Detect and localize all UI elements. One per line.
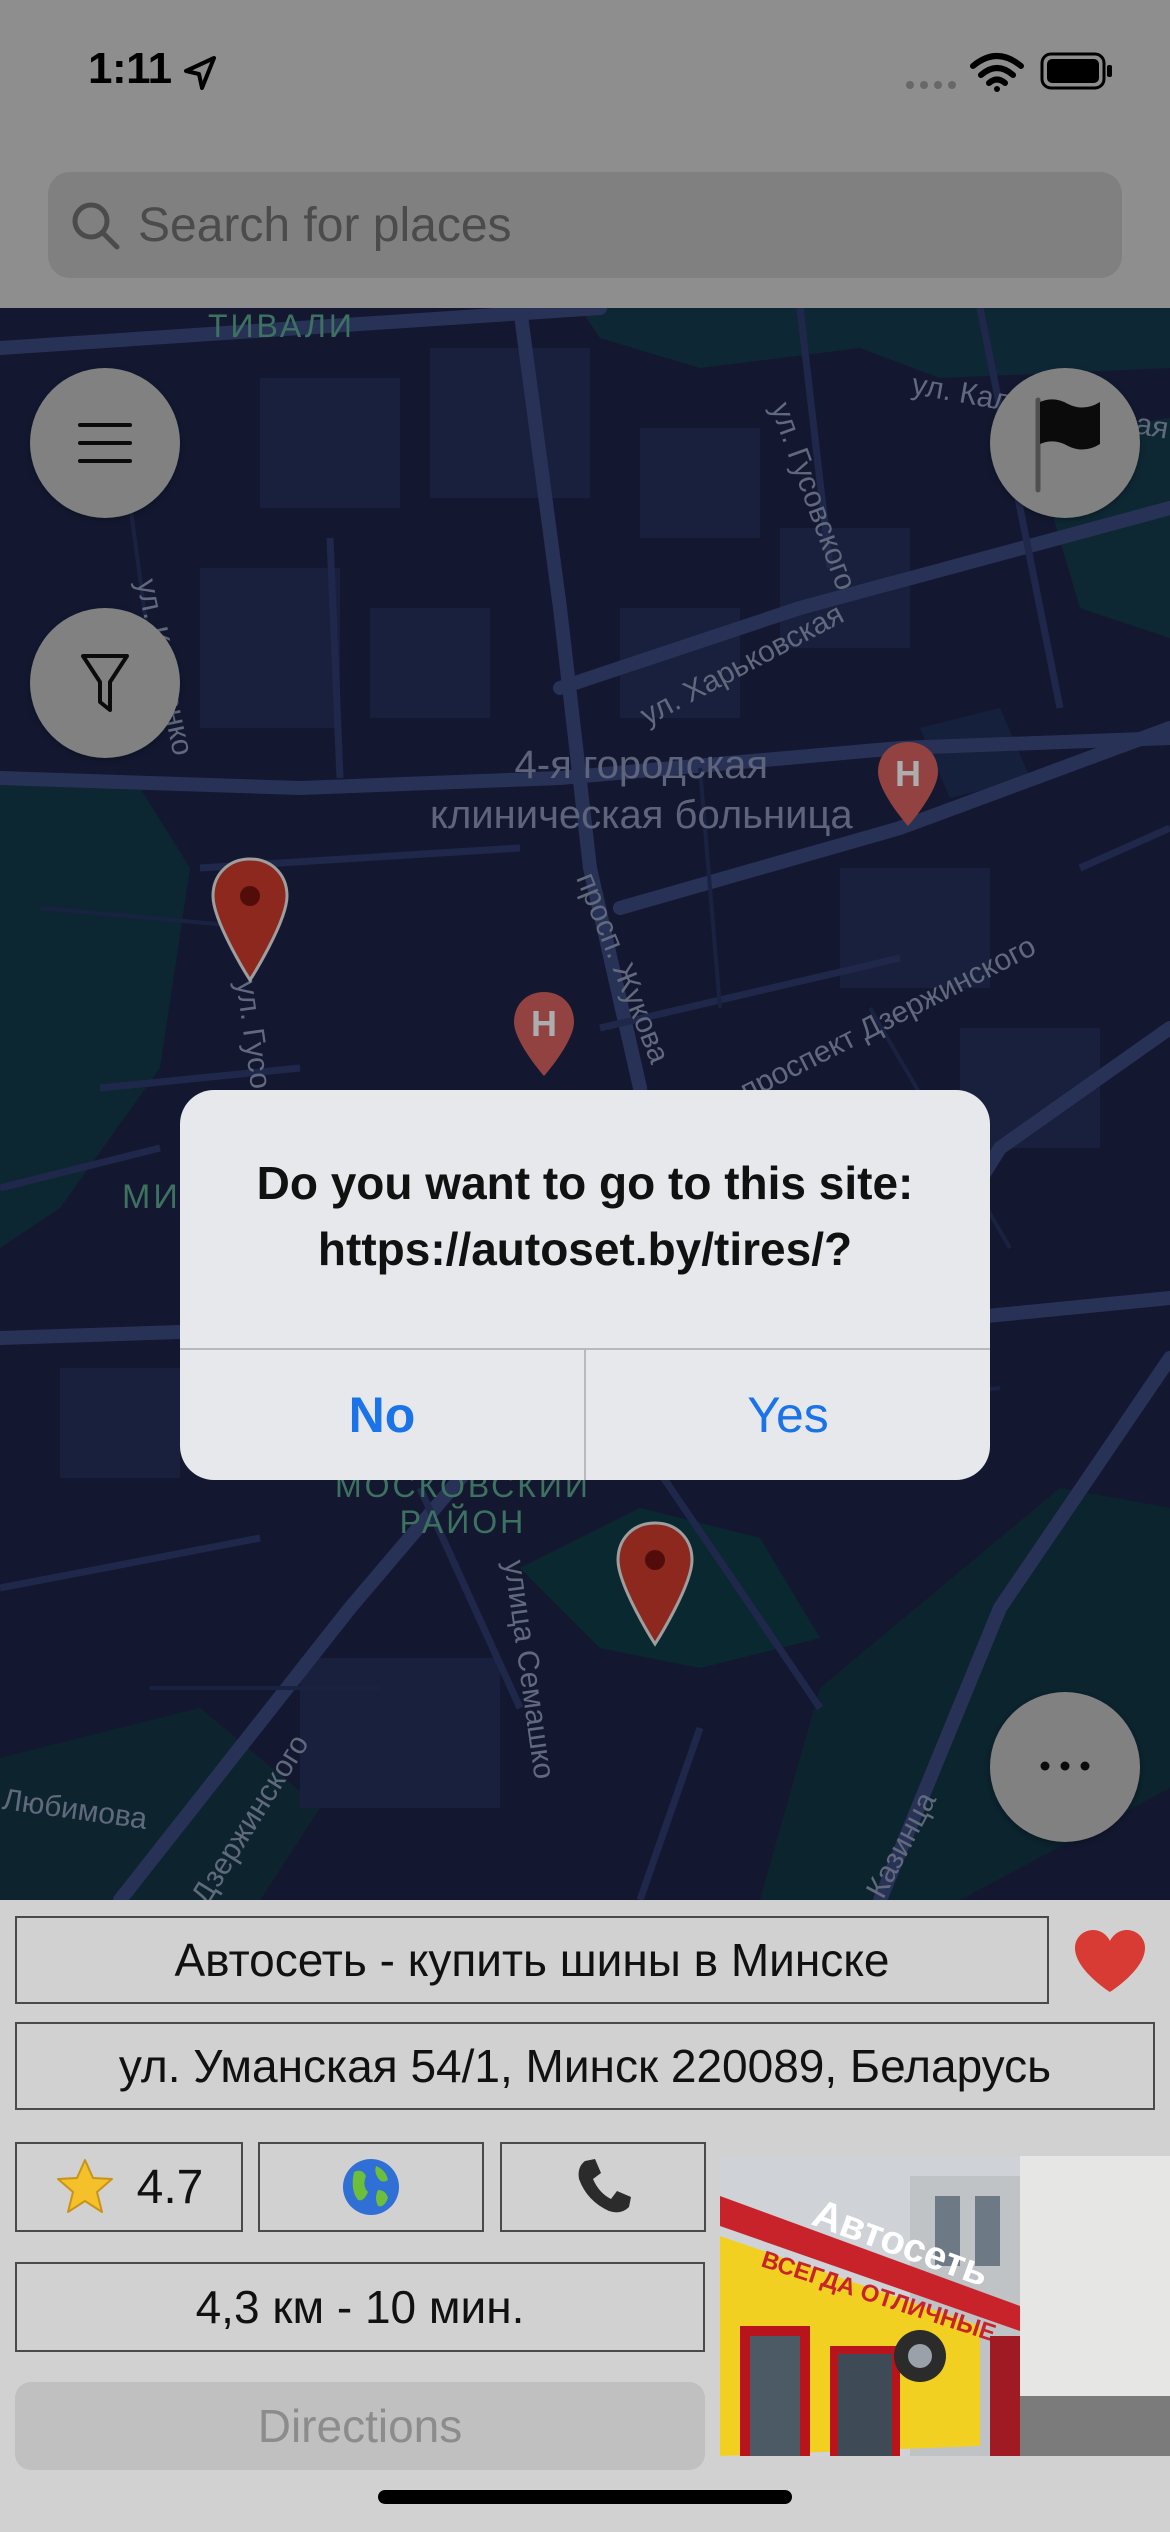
place-photo-image: Автосеть ВСЕГДА ОТЛИЧНЫЕ	[720, 2156, 1170, 2456]
modal-backdrop	[0, 0, 1170, 1900]
globe-icon	[343, 2159, 399, 2215]
distance-duration: 4,3 км - 10 мин.	[15, 2262, 705, 2352]
rating-value: 4.7	[136, 2160, 204, 2214]
directions-button[interactable]: Directions	[15, 2382, 705, 2470]
website-button[interactable]	[258, 2142, 484, 2232]
dialog-yes-button[interactable]: Yes	[586, 1350, 990, 1480]
call-button[interactable]	[500, 2142, 706, 2232]
rating-box: 4.7	[15, 2142, 243, 2232]
place-name: Автосеть - купить шины в Минске	[15, 1916, 1049, 2004]
star-icon	[56, 2159, 113, 2213]
favorite-heart-icon[interactable]	[1072, 1928, 1148, 1994]
home-indicator	[378, 2490, 792, 2504]
place-address: ул. Уманская 54/1, Минск 220089, Беларус…	[15, 2022, 1155, 2110]
confirm-dialog: Do you want to go to this site: https://…	[180, 1090, 990, 1480]
dialog-no-button[interactable]: No	[180, 1350, 584, 1480]
phone-icon	[578, 2159, 631, 2213]
dialog-message: Do you want to go to this site: https://…	[256, 1157, 914, 1275]
place-details-panel: Автосеть - купить шины в Минске ул. Уман…	[0, 1900, 1170, 2532]
place-photo[interactable]: Автосеть ВСЕГДА ОТЛИЧНЫЕ	[720, 2156, 1170, 2456]
